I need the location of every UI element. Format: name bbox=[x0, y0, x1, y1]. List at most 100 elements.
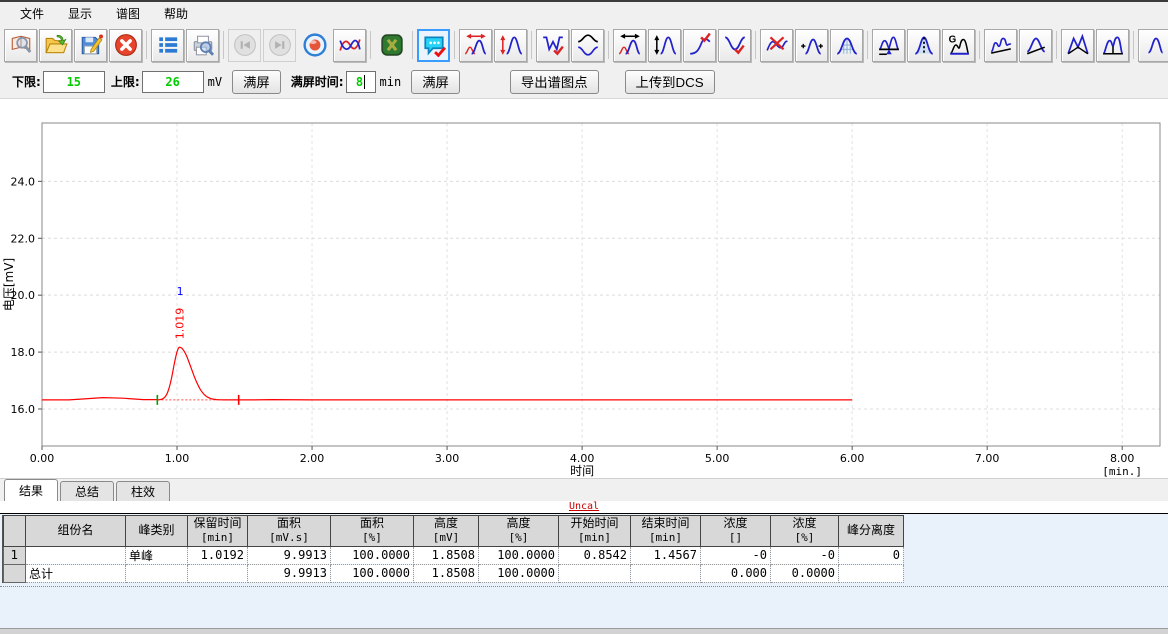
negative-peak-icon[interactable] bbox=[536, 29, 569, 62]
table-cell[interactable]: 100.0000 bbox=[479, 546, 559, 564]
svg-text:8.00: 8.00 bbox=[1110, 452, 1135, 465]
table-cell[interactable] bbox=[126, 564, 188, 582]
table-cell[interactable]: 1.8508 bbox=[414, 564, 479, 582]
close-icon[interactable] bbox=[109, 29, 142, 62]
table-row[interactable]: 1单峰1.01929.9913100.00001.8508100.00000.8… bbox=[4, 546, 904, 564]
svg-text:1.019: 1.019 bbox=[174, 308, 187, 340]
table-cell[interactable]: 0.8542 bbox=[559, 546, 631, 564]
reject-peak-icon[interactable] bbox=[760, 29, 793, 62]
table-cell[interactable]: 单峰 bbox=[126, 546, 188, 564]
group-peaks-icon[interactable]: G bbox=[942, 29, 975, 62]
lower-limit-input[interactable]: 15 bbox=[43, 71, 105, 93]
fullscreen-x-button[interactable]: 满屏 bbox=[411, 70, 460, 94]
peak-width-red-icon[interactable] bbox=[459, 29, 492, 62]
column-header[interactable]: 保留时间[min] bbox=[188, 516, 248, 547]
upper-limit-label: 上限: bbox=[111, 73, 140, 90]
column-header[interactable]: 面积[%] bbox=[331, 516, 414, 547]
text-caret bbox=[364, 75, 365, 89]
peak-height-icon[interactable] bbox=[648, 29, 681, 62]
tab-results[interactable]: 结果 bbox=[4, 479, 58, 501]
export-points-button[interactable]: 导出谱图点 bbox=[510, 70, 599, 94]
table-cell[interactable]: 9.9913 bbox=[248, 564, 331, 582]
tab-column-efficiency[interactable]: 柱效 bbox=[116, 481, 170, 501]
table-cell[interactable] bbox=[559, 564, 631, 582]
toolbar-separator bbox=[146, 31, 147, 59]
menu-file[interactable]: 文件 bbox=[8, 2, 56, 25]
column-header[interactable]: 高度[%] bbox=[479, 516, 559, 547]
menu-display[interactable]: 显示 bbox=[56, 2, 104, 25]
tab-summary[interactable]: 总结 bbox=[60, 481, 114, 501]
table-cell[interactable] bbox=[26, 546, 126, 564]
table-cell[interactable]: 100.0000 bbox=[331, 546, 414, 564]
export-excel-icon[interactable] bbox=[375, 29, 408, 62]
peak-width-icon[interactable] bbox=[613, 29, 646, 62]
menu-help[interactable]: 帮助 bbox=[152, 2, 200, 25]
accept-rising-icon[interactable] bbox=[683, 29, 716, 62]
svg-text:G: G bbox=[948, 34, 956, 45]
save-edit-icon[interactable] bbox=[74, 29, 107, 62]
column-header[interactable]: 结束时间[min] bbox=[631, 516, 701, 547]
print-preview-icon[interactable] bbox=[186, 29, 219, 62]
table-cell[interactable]: -0 bbox=[701, 546, 771, 564]
upload-dcs-button[interactable]: 上传到DCS bbox=[625, 70, 715, 94]
column-header[interactable]: 高度[mV] bbox=[414, 516, 479, 547]
upper-limit-input[interactable]: 26 bbox=[142, 71, 204, 93]
table-cell[interactable]: 1.4567 bbox=[631, 546, 701, 564]
preview-report-icon[interactable] bbox=[4, 29, 37, 62]
table-cell[interactable] bbox=[839, 564, 904, 582]
column-header[interactable]: 浓度[] bbox=[701, 516, 771, 547]
table-cell[interactable]: 0.000 bbox=[701, 564, 771, 582]
tangent-skim-icon[interactable] bbox=[1019, 29, 1052, 62]
table-cell[interactable]: 100.0000 bbox=[479, 564, 559, 582]
peak-height-red-icon[interactable] bbox=[494, 29, 527, 62]
peak-area-icon[interactable] bbox=[830, 29, 863, 62]
prev-record-icon bbox=[228, 29, 261, 62]
table-row[interactable]: 总计9.9913100.00001.8508100.00000.0000.000… bbox=[4, 564, 904, 582]
table-cell[interactable]: 100.0000 bbox=[331, 564, 414, 582]
results-section: 结果 总结 柱效 Uncal 组份名峰类别保留时间[min]面积[mV.s]面积… bbox=[0, 478, 1168, 634]
results-table[interactable]: 组份名峰类别保留时间[min]面积[mV.s]面积[%]高度[mV]高度[%]开… bbox=[2, 515, 904, 583]
column-header[interactable]: 组份名 bbox=[26, 516, 126, 547]
menu-bar: 文件 显示 谱图 帮助 bbox=[0, 2, 1168, 25]
controls-row: 下限: 15 上限: 26 mV 满屏 满屏时间: 8 min 满屏 导出谱图点… bbox=[0, 65, 1168, 99]
table-cell[interactable]: 1.0192 bbox=[188, 546, 248, 564]
table-cell[interactable]: 总计 bbox=[26, 564, 126, 582]
column-header[interactable]: 峰类别 bbox=[126, 516, 188, 547]
status-bar bbox=[0, 628, 1168, 634]
table-cell[interactable]: 0.0000 bbox=[771, 564, 839, 582]
fulltime-input[interactable]: 8 bbox=[346, 71, 376, 93]
show-curves-icon[interactable] bbox=[333, 29, 366, 62]
results-table-area: 组份名峰类别保留时间[min]面积[mV.s]面积[%]高度[mV]高度[%]开… bbox=[0, 513, 1168, 628]
toolbar-separator bbox=[454, 31, 455, 59]
force-baseline-icon[interactable] bbox=[872, 29, 905, 62]
split-peak-icon[interactable] bbox=[907, 29, 940, 62]
menu-spectrum[interactable]: 谱图 bbox=[104, 2, 152, 25]
method-list-icon[interactable] bbox=[151, 29, 184, 62]
table-cell[interactable]: 0 bbox=[839, 546, 904, 564]
record-icon[interactable] bbox=[298, 29, 331, 62]
table-cell[interactable]: -0 bbox=[771, 546, 839, 564]
accept-valley-icon[interactable] bbox=[718, 29, 751, 62]
toolbar-separator bbox=[531, 31, 532, 59]
chromatogram-panel: 16.018.020.022.024.00.001.002.003.004.00… bbox=[0, 99, 1168, 478]
table-cell[interactable]: 1.8508 bbox=[414, 546, 479, 564]
annotation-icon[interactable] bbox=[417, 29, 450, 62]
svg-text:6.00: 6.00 bbox=[840, 452, 865, 465]
toolbar-separator bbox=[412, 31, 413, 59]
skim-peaks-icon[interactable] bbox=[984, 29, 1017, 62]
column-header[interactable]: 开始时间[min] bbox=[559, 516, 631, 547]
drop-line-icon[interactable] bbox=[1096, 29, 1129, 62]
valley-baseline-icon[interactable] bbox=[1061, 29, 1094, 62]
table-cell[interactable] bbox=[631, 564, 701, 582]
svg-text:电压[mV]: 电压[mV] bbox=[2, 258, 16, 311]
extra-peak-icon[interactable] bbox=[1138, 29, 1168, 62]
column-header[interactable]: 峰分离度 bbox=[839, 516, 904, 547]
table-cell[interactable] bbox=[188, 564, 248, 582]
open-file-icon[interactable] bbox=[39, 29, 72, 62]
column-header[interactable]: 浓度[%] bbox=[771, 516, 839, 547]
table-cell[interactable]: 9.9913 bbox=[248, 546, 331, 564]
invert-peak-icon[interactable] bbox=[571, 29, 604, 62]
column-header[interactable]: 面积[mV.s] bbox=[248, 516, 331, 547]
manual-peak-icon[interactable] bbox=[795, 29, 828, 62]
fullscreen-y-button[interactable]: 满屏 bbox=[232, 70, 281, 94]
